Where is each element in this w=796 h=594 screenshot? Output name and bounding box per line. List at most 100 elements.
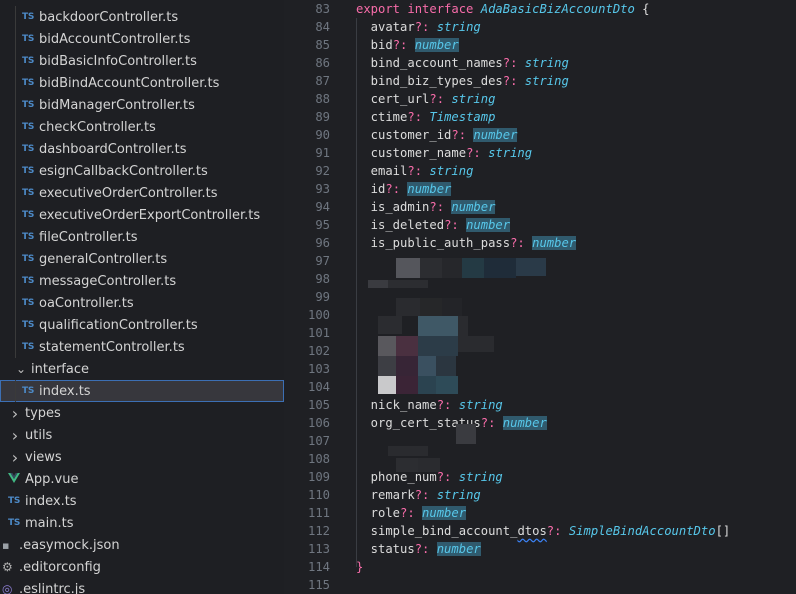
- code-text: simple_bind_account_dtos?: SimpleBindAcc…: [356, 522, 731, 540]
- file-tree-item[interactable]: TS executiveOrderController.ts: [0, 182, 284, 204]
- line-number: 98: [315, 272, 330, 286]
- code-line[interactable]: 84 avatar?: string: [284, 18, 796, 36]
- file-tree-item[interactable]: TS index.ts: [0, 490, 284, 512]
- file-tree-item[interactable]: App.vue: [0, 468, 284, 490]
- code-line[interactable]: 83 export interface AdaBasicBizAccountDto…: [284, 0, 796, 18]
- code-token: ?:: [414, 488, 437, 502]
- file-tree-item[interactable]: TS checkController.ts: [0, 116, 284, 138]
- code-line[interactable]: 113 status?: number: [284, 540, 796, 558]
- code-line[interactable]: 102: [284, 342, 796, 360]
- chevron-right-icon[interactable]: ›: [8, 448, 22, 467]
- tree-indent-guide: [15, 182, 16, 204]
- file-tree-item[interactable]: TS index.ts: [0, 380, 284, 402]
- code-token: bid: [356, 38, 393, 52]
- file-tree-item[interactable]: ◎ .eslintrc.js: [0, 578, 284, 594]
- file-tree-label: types: [25, 405, 61, 421]
- code-line[interactable]: 105 nick_name?: string: [284, 396, 796, 414]
- file-tree-item[interactable]: TS messageController.ts: [0, 270, 284, 292]
- file-tree-item[interactable]: TS esignCallbackController.ts: [0, 160, 284, 182]
- code-text: avatar?: string: [356, 18, 481, 36]
- file-tree-item[interactable]: TS bidManagerController.ts: [0, 94, 284, 116]
- type-token: number: [422, 506, 467, 520]
- code-token: nick_name: [356, 398, 437, 412]
- code-line[interactable]: 103: [284, 360, 796, 378]
- code-token: is_public_auth_pass: [356, 236, 511, 250]
- file-tree-item[interactable]: TS bidBindAccountController.ts: [0, 72, 284, 94]
- code-line[interactable]: 108: [284, 450, 796, 468]
- code-text: email?: string: [356, 162, 474, 180]
- line-number: 86: [315, 56, 330, 70]
- code-line[interactable]: 112 simple_bind_account_dtos?: SimpleBin…: [284, 522, 796, 540]
- type-token: string: [458, 470, 503, 484]
- code-line[interactable]: 91 customer_name?: string: [284, 144, 796, 162]
- code-line[interactable]: 114}: [284, 558, 796, 576]
- file-tree-item[interactable]: TS main.ts: [0, 512, 284, 534]
- typescript-file-icon: TS: [22, 78, 35, 88]
- file-tree-item[interactable]: › views: [0, 446, 284, 468]
- type-token: number: [407, 182, 452, 196]
- code-line[interactable]: 87 bind_biz_types_des?: string: [284, 72, 796, 90]
- code-line[interactable]: 107: [284, 432, 796, 450]
- file-tree-item[interactable]: TS bidBasicInfoController.ts: [0, 50, 284, 72]
- code-line[interactable]: 104: [284, 378, 796, 396]
- file-tree-item[interactable]: › types: [0, 402, 284, 424]
- file-tree-item[interactable]: › utils: [0, 424, 284, 446]
- file-tree-item[interactable]: TS executiveOrderExportController.ts: [0, 204, 284, 226]
- type-token: string: [429, 164, 474, 178]
- code-line[interactable]: 92 email?: string: [284, 162, 796, 180]
- code-line[interactable]: 100: [284, 306, 796, 324]
- file-tree-item[interactable]: TS bidAccountController.ts: [0, 28, 284, 50]
- code-text: remark?: string: [356, 486, 481, 504]
- tree-indent-guide: [15, 6, 16, 28]
- file-tree-item[interactable]: TS statementController.ts: [0, 336, 284, 358]
- code-line[interactable]: 86 bind_account_names?: string: [284, 54, 796, 72]
- code-line[interactable]: 106 org_cert_status?: number: [284, 414, 796, 432]
- chevron-down-icon[interactable]: ⌄: [14, 362, 28, 376]
- code-token: customer_id: [356, 128, 452, 142]
- file-tree-item[interactable]: TS generalController.ts: [0, 248, 284, 270]
- code-token: role: [356, 506, 401, 520]
- file-tree-item[interactable]: TS backdoorController.ts: [0, 6, 284, 28]
- code-line[interactable]: 99: [284, 288, 796, 306]
- type-token: number: [436, 542, 481, 556]
- code-line[interactable]: 109 phone_num?: string: [284, 468, 796, 486]
- code-token: is_deleted: [356, 218, 445, 232]
- code-line[interactable]: 101: [284, 324, 796, 342]
- file-tree-item[interactable]: ▪ .easymock.json: [0, 534, 284, 556]
- code-token: org_cert_status: [356, 416, 481, 430]
- typescript-file-icon: TS: [22, 100, 35, 110]
- file-tree-item[interactable]: TS qualificationController.ts: [0, 314, 284, 336]
- chevron-right-icon[interactable]: ›: [8, 426, 22, 445]
- code-line[interactable]: 95 is_deleted?: number: [284, 216, 796, 234]
- code-line[interactable]: 90 customer_id?: number: [284, 126, 796, 144]
- file-tree-item[interactable]: TS oaController.ts: [0, 292, 284, 314]
- file-tree-item[interactable]: ⌄ interface: [0, 358, 284, 380]
- code-line[interactable]: 93 id?: number: [284, 180, 796, 198]
- line-number: 94: [315, 200, 330, 214]
- code-editor[interactable]: 83 export interface AdaBasicBizAccountDto…: [284, 0, 796, 594]
- code-line[interactable]: 115: [284, 576, 796, 594]
- code-line[interactable]: 98: [284, 270, 796, 288]
- code-text: is_deleted?: number: [356, 216, 511, 234]
- line-number: 95: [315, 218, 330, 232]
- file-tree-item[interactable]: TS dashboardController.ts: [0, 138, 284, 160]
- type-token: SimpleBindAccountDto: [568, 524, 716, 538]
- chevron-right-icon[interactable]: ›: [8, 404, 22, 423]
- code-line[interactable]: 85 bid?: number: [284, 36, 796, 54]
- line-number: 106: [307, 416, 330, 430]
- code-line[interactable]: 111 role?: number: [284, 504, 796, 522]
- code-line[interactable]: 89 ctime?: Timestamp: [284, 108, 796, 126]
- tree-indent-guide: [15, 116, 16, 138]
- code-token: ?:: [436, 398, 459, 412]
- type-token: string: [436, 488, 481, 502]
- code-line[interactable]: 88 cert_url?: string: [284, 90, 796, 108]
- code-token: ?:: [429, 200, 452, 214]
- file-tree-item[interactable]: TS fileController.ts: [0, 226, 284, 248]
- file-tree-item[interactable]: ⚙ .editorconfig: [0, 556, 284, 578]
- typescript-file-icon: TS: [22, 166, 35, 176]
- code-line[interactable]: 97: [284, 252, 796, 270]
- code-line[interactable]: 94 is_admin?: number: [284, 198, 796, 216]
- gear-icon: ⚙: [2, 560, 13, 574]
- code-line[interactable]: 110 remark?: string: [284, 486, 796, 504]
- code-line[interactable]: 96 is_public_auth_pass?: number: [284, 234, 796, 252]
